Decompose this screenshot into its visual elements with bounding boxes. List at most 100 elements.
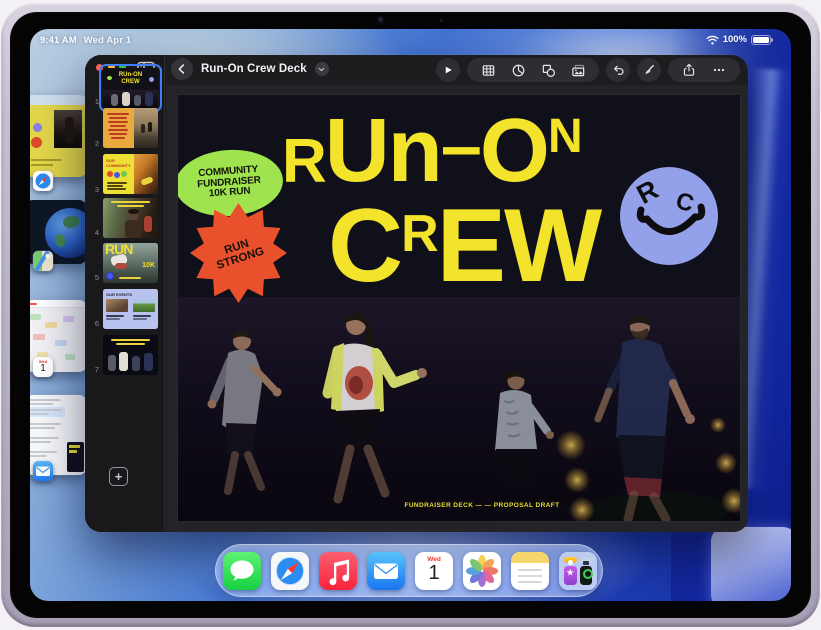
document-title[interactable]: Run-On Crew Deck	[201, 63, 307, 75]
dock-app-messages[interactable]	[223, 552, 261, 590]
shapes-icon	[541, 63, 556, 78]
add-slide-button[interactable]: +	[109, 467, 128, 486]
camera-mini-icon	[580, 557, 593, 563]
store-mini-icon: ★	[564, 566, 577, 585]
thumb1-runner	[122, 92, 130, 106]
thumb4-quote-line	[111, 201, 150, 203]
calendar-event	[55, 340, 67, 346]
mail-row	[30, 403, 53, 405]
thumb7-runner	[108, 355, 116, 371]
mail-app-badge[interactable]	[33, 461, 53, 481]
insert-chart-button[interactable]	[503, 58, 533, 82]
slide-thumbnail-2[interactable]	[103, 108, 158, 148]
safari-compass-icon	[33, 171, 53, 191]
mic-dot	[440, 19, 443, 22]
slide-title-line2[interactable]: C R E W	[328, 207, 600, 286]
thumb2-runner	[148, 122, 152, 132]
status-time: 9:41 AM	[40, 35, 77, 46]
webpage-figure	[65, 117, 74, 143]
thumb3-title-line2: COMMUNITY	[106, 163, 131, 168]
keynote-toolbar: Run-On Crew Deck	[165, 55, 748, 85]
thumb1-smiley-sticker	[149, 77, 154, 82]
format-button[interactable]	[637, 58, 661, 82]
slide-number: 3	[87, 185, 99, 194]
marketing-scene: 9:41 AM Wed Apr 1 100%	[0, 0, 821, 630]
thumb2-text-line	[107, 113, 129, 115]
insert-shape-button[interactable]	[533, 58, 563, 82]
slide-thumbnail-5[interactable]: RUN 10K	[103, 243, 158, 283]
thumb5-blue-sticker	[106, 272, 114, 280]
thumb2-text-line	[108, 121, 128, 123]
more-button[interactable]	[704, 58, 734, 82]
fitness-mini-icon	[580, 566, 593, 585]
mail-row	[30, 409, 61, 411]
dock-app-photos[interactable]	[463, 552, 501, 590]
calendar-event	[30, 314, 41, 320]
ellipsis-icon	[712, 63, 726, 77]
dock-app-calendar[interactable]: Wed 1	[415, 552, 453, 590]
dock: Wed 1	[215, 544, 603, 597]
thumb1-green-sticker	[107, 76, 112, 80]
share-button[interactable]	[674, 58, 704, 82]
safari-app-badge[interactable]	[33, 171, 53, 191]
slide-thumbnail-3[interactable]: OUR COMMUNITY	[103, 154, 158, 194]
insert-media-button[interactable]	[563, 58, 593, 82]
current-slide[interactable]: R U n – O N C R E W COMMUNITY FUNDRAISER…	[178, 95, 740, 521]
battery-percent: 100%	[723, 34, 747, 45]
maps-app-badge[interactable]	[33, 251, 53, 271]
messages-bubble-icon	[223, 552, 261, 590]
thumb3-blue-sticker	[114, 172, 120, 178]
thumb2-text-line	[109, 117, 127, 119]
runners-night-photo	[178, 297, 740, 521]
close-button[interactable]	[96, 64, 103, 71]
thumb7-quote-line	[116, 343, 145, 345]
slide-thumbnail-1[interactable]: RUn-ON CREW	[103, 68, 158, 108]
thumb2-text-line	[109, 133, 127, 135]
dock-app-music[interactable]	[319, 552, 357, 590]
title-menu-button[interactable]	[315, 62, 329, 76]
status-date: Wed Apr 1	[84, 35, 131, 46]
dock-app-mail[interactable]	[367, 552, 405, 590]
thumb6-photo-right	[133, 299, 155, 312]
thumb2-text-line	[110, 125, 126, 127]
undo-button[interactable]	[606, 58, 630, 82]
slide-thumbnail-4[interactable]	[103, 198, 158, 238]
slide-number: 7	[87, 365, 99, 374]
pie-chart-icon	[511, 63, 526, 78]
rc-smiley-badge[interactable]: R C	[620, 167, 718, 265]
table-icon	[481, 63, 496, 78]
thumb1-runner	[111, 94, 118, 106]
mail-row	[30, 399, 61, 401]
play-icon	[442, 64, 454, 76]
maps-globe	[45, 208, 87, 258]
music-note-icon	[319, 552, 357, 590]
webpage-text-line	[31, 159, 61, 161]
dock-app-safari[interactable]	[271, 552, 309, 590]
thumb3-text-line	[107, 188, 126, 190]
slide-thumbnail-6[interactable]: OUR EVENTS	[103, 289, 158, 329]
calendar-app-badge[interactable]: Wed 1	[33, 357, 53, 377]
slide-thumbnail-7[interactable]	[103, 335, 158, 375]
community-fundraiser-sticker[interactable]: COMMUNITY FUNDRAISER 10K RUN	[178, 146, 285, 219]
mail-row	[30, 423, 61, 425]
wallpaper-glass-cube	[711, 527, 791, 601]
ipad-screen: 9:41 AM Wed Apr 1 100%	[30, 29, 791, 601]
slide-navigator: 1 RUn-ON CREW 2	[85, 55, 165, 532]
slide-title-line1[interactable]: R U n – O N	[282, 117, 581, 185]
keynote-window: 1 RUn-ON CREW 2	[85, 55, 748, 532]
dock-app-notes[interactable]	[511, 552, 549, 590]
run-strong-sticker[interactable]: RUN STRONG	[190, 203, 287, 303]
thumb2-text-line	[111, 137, 125, 139]
dock-app-folder[interactable]: ★	[559, 552, 597, 590]
play-button[interactable]	[436, 58, 460, 82]
thumb2-text-line	[108, 129, 128, 131]
calendar-event	[63, 316, 74, 322]
status-bar: 9:41 AM Wed Apr 1 100%	[30, 29, 791, 49]
stage-app-safari[interactable]	[30, 95, 87, 177]
insert-table-button[interactable]	[473, 58, 503, 82]
thumb6-title: OUR EVENTS	[106, 292, 132, 297]
calendar-window-header	[30, 300, 87, 308]
thumb3-text-line	[107, 185, 123, 187]
back-button[interactable]	[171, 58, 193, 80]
safari-window-toolbar	[30, 95, 87, 105]
